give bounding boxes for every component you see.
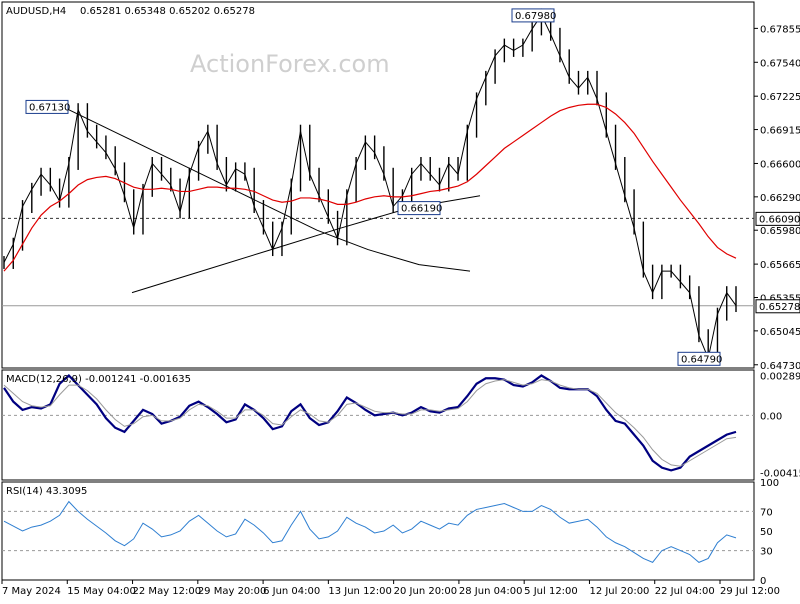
annotation-label: 0.67980 [515,11,556,22]
x-tick-label: 29 May 20:00 [198,586,267,597]
price-y-tick-label: 0.66290 [760,193,800,204]
x-tick-label: 20 Jun 20:00 [394,586,458,597]
price-y-tick-label: 0.64730 [760,361,800,372]
x-tick-label: 22 May 12:00 [133,586,202,597]
price-y-tick-label: 0.65045 [760,327,800,338]
chart-svg: 0.67855 0.67540 0.67225 0.66915 0.66600 0.662… [1,1,800,597]
annotation-label: 0.64790 [681,354,722,365]
rsi-y-tick-label: 50 [760,527,773,538]
rsi-y-tick-label: 100 [760,478,779,489]
ohlc-label: 0.65281 0.65348 0.65202 0.65278 [80,6,255,17]
price-y-tick-label: 0.67225 [760,92,800,103]
macd-y-tick-label: 0.002899 [760,372,800,383]
trendline-upper [61,105,471,272]
panel-frame-2 [1,481,755,581]
x-tick-label: 6 Jun 04:00 [263,586,320,597]
chart-marks [3,8,737,563]
x-tick-label: 13 Jun 12:00 [328,586,392,597]
x-tick-label: 29 Jul 12:00 [720,586,780,597]
price-y-tick-label: 0.66600 [760,159,800,170]
panel-frame-1 [1,369,755,481]
panel-frames [1,1,755,581]
current-price-label: 0.65278 [759,302,800,313]
macd-title: MACD(12,26,9) -0.001241 -0.001635 [6,374,191,385]
macd-y-tick-label: 0.00 [760,411,782,422]
x-tick-label: 28 Jun 04:00 [459,586,523,597]
price-y-tick-label: 0.65980 [760,226,800,237]
chart-labels: 0.67855 0.67540 0.67225 0.66915 0.66600 0.662… [2,6,800,597]
rsi-y-tick-label: 70 [760,507,773,518]
rsi-title: RSI(14) 43.3095 [6,486,87,497]
price-y-tick-label: 0.66915 [760,126,800,137]
annotation-label: 0.67130 [29,102,70,113]
annotation-label: 0.66190 [401,204,442,215]
rsi-y-tick-label: 30 [760,547,773,558]
price-y-tick-label: 0.65665 [760,260,800,271]
x-tick-label: 15 May 04:00 [67,586,136,597]
macd-signal-line [3,379,737,467]
watermark: ActionForex.com [190,50,390,78]
chart-root: 0.67855 0.67540 0.67225 0.66915 0.66600 0.662… [0,0,800,600]
x-tick-label: 12 Jul 20:00 [589,586,649,597]
price-y-tick-label: 0.67540 [760,58,800,69]
rsi-line [3,500,737,563]
symbol-label: AUDUSD,H4 [6,6,66,17]
x-tick-label: 7 May 2024 [2,586,61,597]
x-tick-label: 5 Jul 12:00 [524,586,578,597]
price-y-tick-label: 0.67855 [760,24,800,35]
grid-lines [1,27,758,584]
moving-average-line [3,103,737,272]
x-tick-label: 22 Jul 04:00 [655,586,715,597]
macd-line [3,373,737,472]
level-label: 0.66090 [759,214,800,225]
